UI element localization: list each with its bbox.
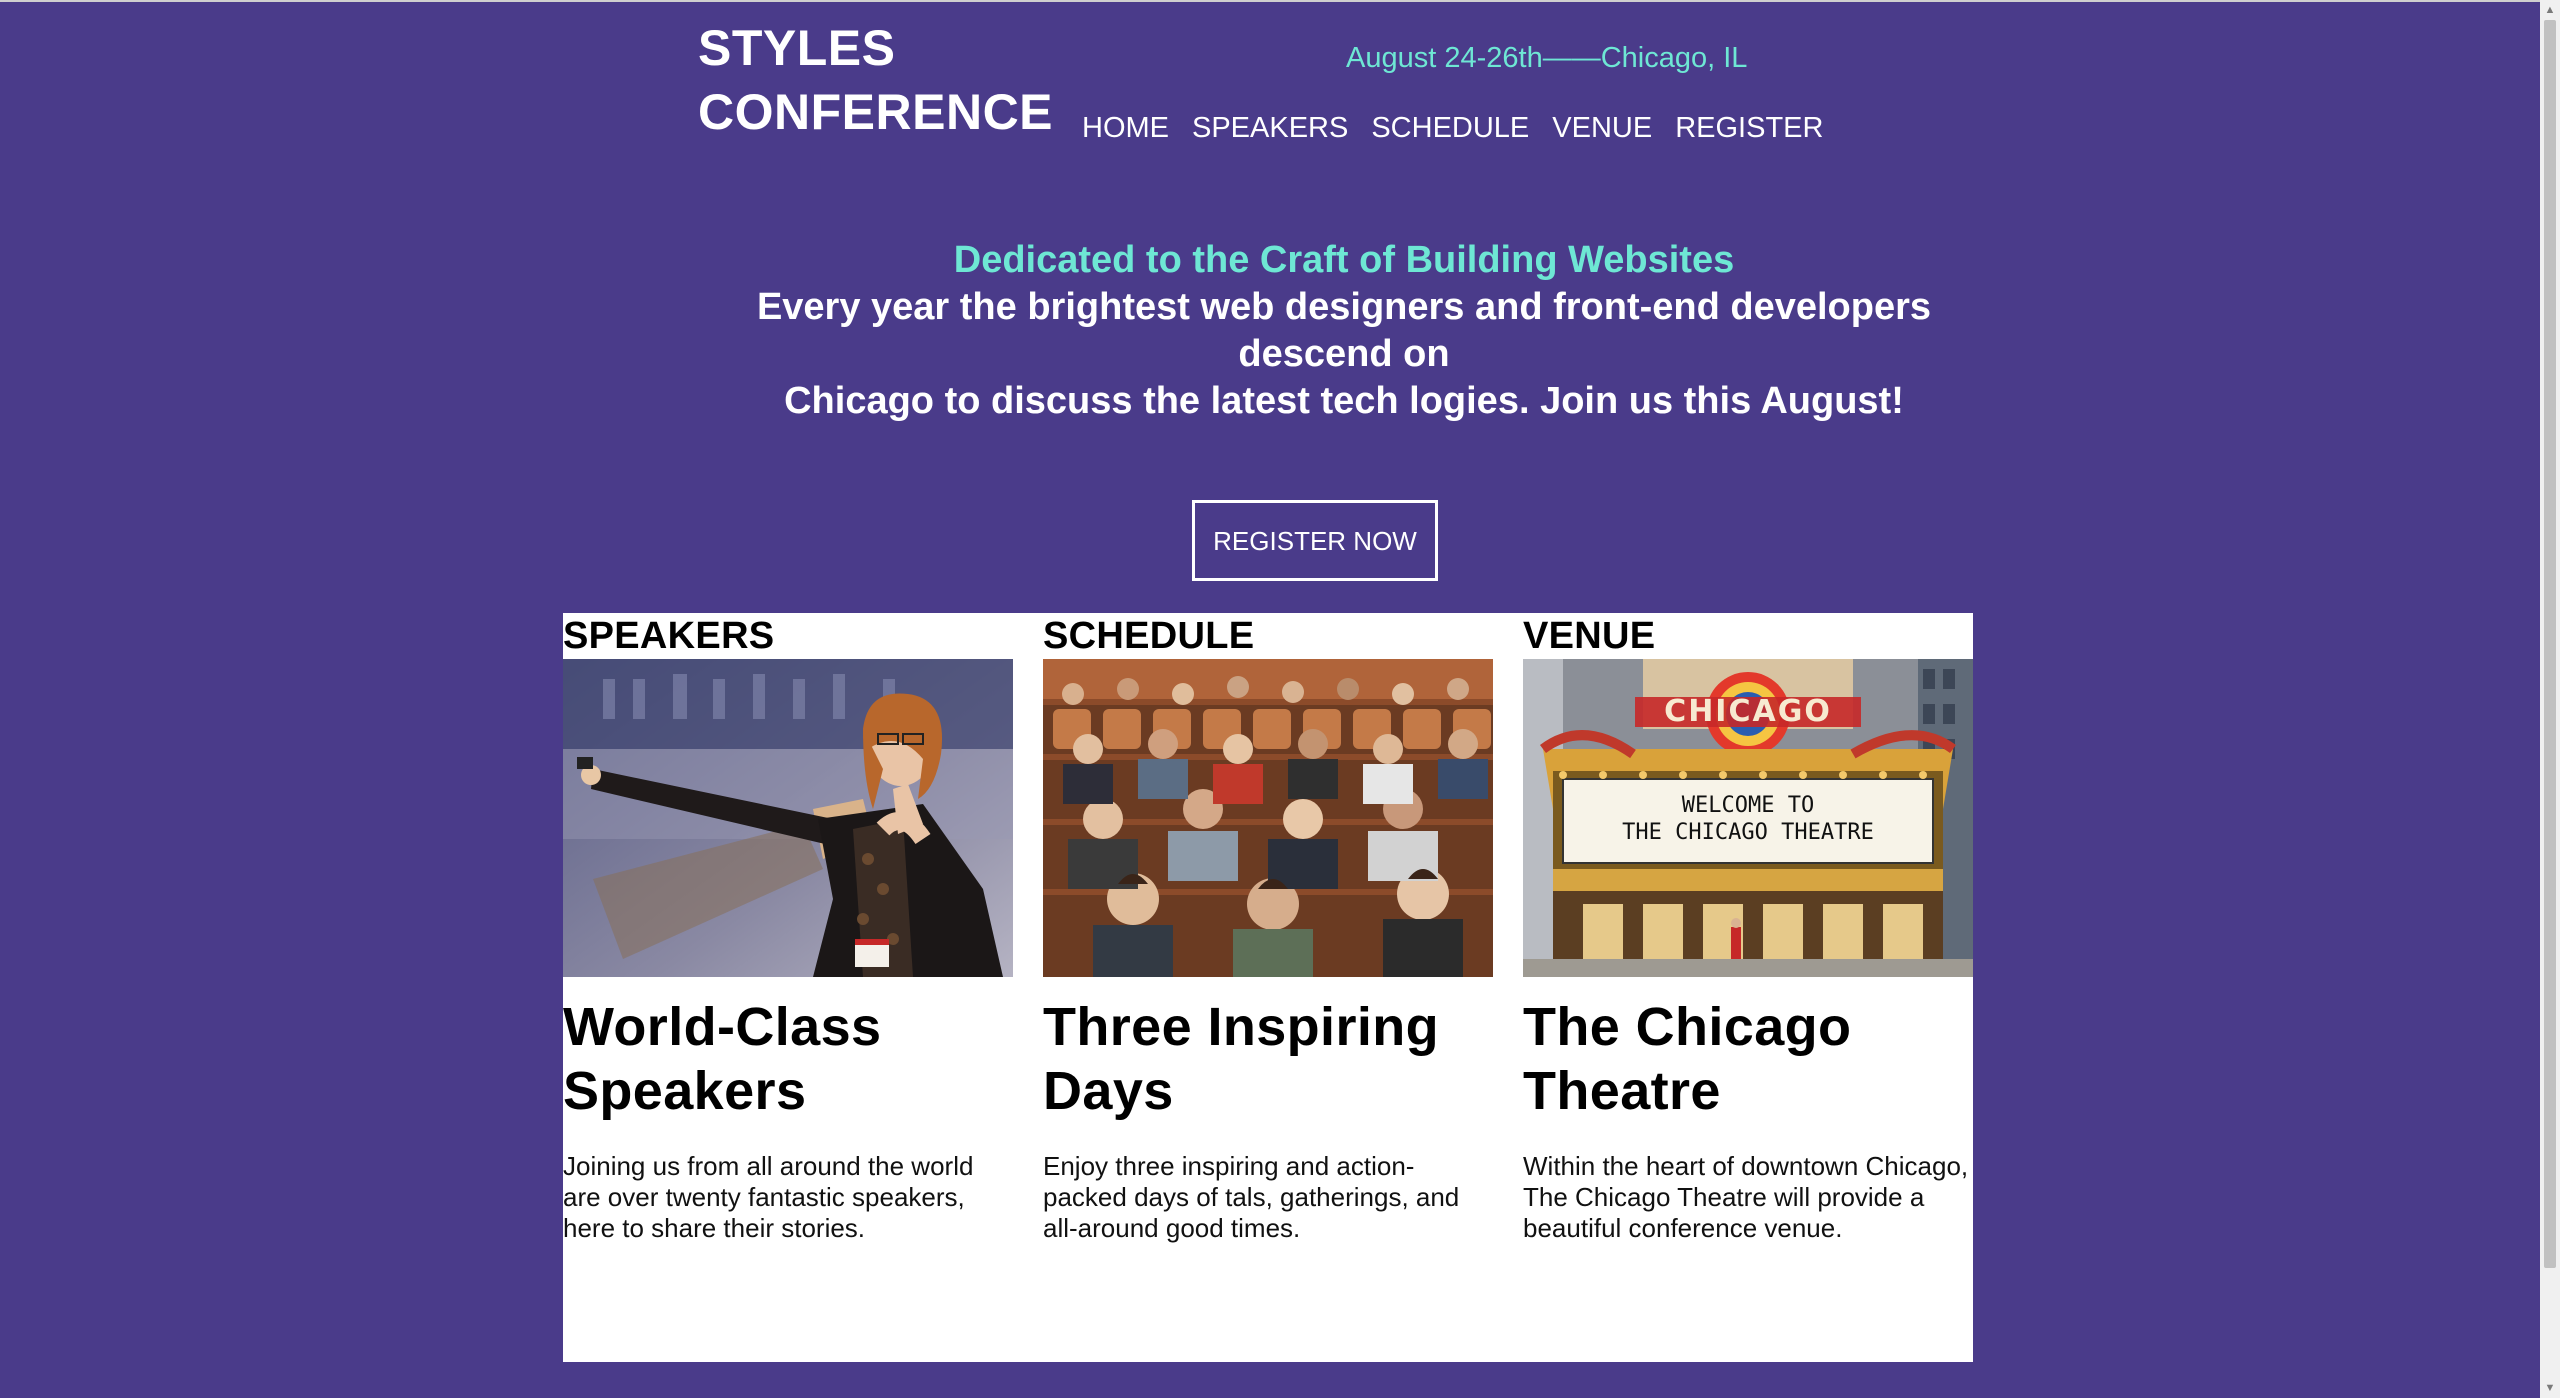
hero: Dedicated to the Craft of Building Websi… — [700, 236, 1988, 425]
nav-speakers[interactable]: SPEAKERS — [1192, 108, 1348, 148]
speaker-photo — [563, 659, 1013, 977]
scroll-up-arrow-icon[interactable]: ▲ — [2540, 0, 2560, 20]
main-nav: HOME SPEAKERS SCHEDULE VENUE REGISTER — [1082, 108, 1823, 148]
feature-title: The Chicago Theatre — [1523, 997, 1852, 1121]
page-scrollbar[interactable]: ▲ ▼ — [2540, 0, 2560, 1398]
feature-title: Three Inspiring Days — [1043, 997, 1440, 1121]
audience-photo — [1043, 659, 1493, 977]
section-heading: VENUE — [1523, 615, 1656, 657]
section-heading: SCHEDULE — [1043, 615, 1255, 657]
features-panel: SPEAKERS World-Class Speakers Joining us… — [563, 613, 1973, 1362]
scroll-down-arrow-icon[interactable]: ▼ — [2540, 1378, 2560, 1398]
feature-body: Joining us from all around the world are… — [563, 1151, 974, 1243]
feature-body: Within the heart of downtown Chicago, Th… — [1523, 1151, 1969, 1243]
venue-sign-chicago: CHICAGO — [1664, 694, 1832, 729]
feature-venue: VENUE CHICAGO WELCOME TO THE CHICAGO THE… — [1523, 613, 1973, 1244]
hero-lead-line: Chicago to discuss the latest tech logie… — [784, 380, 1904, 422]
logo-line-styles: STYLES — [698, 20, 896, 76]
venue-sign-theatre: THE CHICAGO THEATRE — [1622, 820, 1874, 845]
register-now-button[interactable]: REGISTER NOW — [1192, 500, 1438, 581]
section-heading: SPEAKERS — [563, 615, 775, 657]
feature-title: World-Class Speakers — [563, 997, 882, 1121]
venue-photo: CHICAGO WELCOME TO THE CHICAGO THEATRE — [1523, 659, 1973, 977]
window-top-border — [0, 0, 2540, 2]
hero-lead-line: Every year the brightest web designers a… — [756, 286, 1932, 328]
scrollbar-thumb[interactable] — [2544, 20, 2556, 1268]
nav-schedule[interactable]: SCHEDULE — [1371, 108, 1529, 148]
feature-speakers: SPEAKERS World-Class Speakers Joining us… — [563, 613, 1013, 1244]
logo-line-conference: CONFERENCE — [698, 84, 1054, 140]
hero-lead: Every year the brightest web designers a… — [700, 284, 1988, 425]
feature-schedule: SCHEDULE Three Inspiring Days Enjoy thre… — [1043, 613, 1493, 1244]
nav-venue[interactable]: VENUE — [1552, 108, 1652, 148]
hero-lead-line: descend on — [1238, 333, 1450, 375]
hero-tagline: Dedicated to the Craft of Building Websi… — [953, 239, 1735, 281]
nav-register[interactable]: REGISTER — [1675, 108, 1823, 148]
nav-home[interactable]: HOME — [1082, 108, 1169, 148]
site-logo[interactable]: STYLES CONFERENCE — [698, 16, 1053, 144]
event-dateline: August 24-26th——Chicago, IL — [1346, 42, 1748, 74]
feature-body: Enjoy three inspiring and action-packed … — [1043, 1151, 1460, 1243]
venue-sign-welcome: WELCOME TO — [1682, 793, 1814, 818]
